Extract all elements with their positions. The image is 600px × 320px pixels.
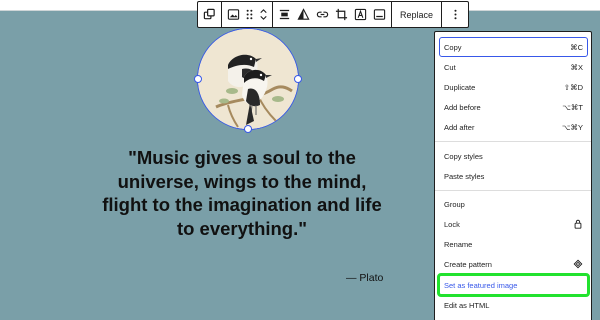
menu-item-label: Lock xyxy=(444,219,460,229)
menu-item-add-before[interactable]: Add before ⌥⌘T xyxy=(440,98,587,116)
menu-item-label: Cut xyxy=(444,62,456,72)
text-overlay-icon xyxy=(354,8,367,21)
block-type-button[interactable] xyxy=(224,2,243,27)
quote-citation[interactable]: — Plato xyxy=(346,272,383,284)
menu-item-shortcut: ⇧⌘D xyxy=(563,82,583,92)
menu-item-label: Set as featured image xyxy=(444,280,518,290)
caption-icon xyxy=(373,9,386,20)
menu-item-label: Group xyxy=(444,199,465,209)
duotone-button[interactable] xyxy=(294,2,313,27)
menu-item-add-after[interactable]: Add after ⌥⌘Y xyxy=(440,118,587,136)
link-button[interactable] xyxy=(313,2,332,27)
menu-item-lock[interactable]: Lock xyxy=(440,215,587,233)
menu-item-label: Paste styles xyxy=(444,171,485,181)
menu-item-shortcut: ⌘X xyxy=(570,62,583,72)
toolbar-group-parent xyxy=(198,2,222,27)
pattern-icon xyxy=(573,259,583,269)
add-caption-button[interactable] xyxy=(370,2,389,27)
menu-item-duplicate[interactable]: Duplicate ⇧⌘D xyxy=(440,78,587,96)
block-options-menu: Copy ⌘C Cut ⌘X Duplicate ⇧⌘D Add before … xyxy=(434,31,592,320)
menu-item-shortcut: ⌥⌘T xyxy=(562,102,583,112)
menu-item-label: Copy xyxy=(444,42,462,52)
chevron-up-down-icon xyxy=(259,9,267,20)
menu-item-shortcut: ⌥⌘Y xyxy=(561,122,583,132)
menu-item-label: Rename xyxy=(444,239,473,249)
duplicate-squares-icon xyxy=(203,8,215,20)
menu-item-shortcut: ⌘C xyxy=(570,42,583,52)
quote-line-3: flight to the imagination and life xyxy=(102,194,382,215)
toolbar-group-replace: Replace xyxy=(392,2,443,27)
menu-item-label: Duplicate xyxy=(444,82,476,92)
resize-handle-left[interactable] xyxy=(194,75,202,83)
resize-handle-right[interactable] xyxy=(294,75,302,83)
select-parent-button[interactable] xyxy=(200,2,219,27)
lock-icon xyxy=(574,219,582,229)
crop-icon xyxy=(335,8,348,21)
menu-item-create-pattern[interactable]: Create pattern xyxy=(440,255,587,273)
duotone-filter-icon xyxy=(297,8,310,20)
birds-on-branch-image xyxy=(198,29,298,129)
menu-item-group[interactable]: Group xyxy=(440,195,587,213)
menu-divider xyxy=(435,141,591,142)
more-vertical-icon xyxy=(454,9,457,20)
menu-item-label: Copy styles xyxy=(444,151,483,161)
image-block[interactable] xyxy=(194,28,302,133)
block-toolbar: Replace xyxy=(197,1,470,28)
quote-line-1: "Music gives a soul to the xyxy=(128,147,356,168)
options-button[interactable] xyxy=(444,2,466,27)
drag-handle-icon xyxy=(246,9,253,20)
quote-text[interactable]: "Music gives a soul to the universe, win… xyxy=(86,146,398,240)
toolbar-group-options xyxy=(442,2,468,27)
menu-item-rename[interactable]: Rename xyxy=(440,235,587,253)
menu-item-copy[interactable]: Copy ⌘C xyxy=(439,37,588,57)
align-center-icon xyxy=(279,9,290,20)
menu-item-set-featured-image[interactable]: Set as featured image xyxy=(437,273,590,297)
resize-handle-bottom[interactable] xyxy=(244,125,252,133)
text-over-image-button[interactable] xyxy=(351,2,370,27)
menu-item-label: Add after xyxy=(444,122,475,132)
menu-item-edit-as-html[interactable]: Edit as HTML xyxy=(440,296,587,314)
quote-line-2: universe, wings to the mind, xyxy=(117,170,367,192)
toolbar-group-tools xyxy=(273,2,392,27)
menu-item-paste-styles[interactable]: Paste styles xyxy=(440,167,587,185)
menu-item-cut[interactable]: Cut ⌘X xyxy=(440,58,587,76)
bird-illustration xyxy=(198,29,298,129)
menu-divider xyxy=(435,190,591,191)
align-button[interactable] xyxy=(275,2,294,27)
move-up-down-button[interactable] xyxy=(256,2,270,27)
toolbar-group-block xyxy=(222,2,273,27)
replace-button[interactable]: Replace xyxy=(394,2,439,27)
quote-line-4: to everything." xyxy=(176,217,308,239)
menu-item-label: Edit as HTML xyxy=(444,300,490,310)
crop-button[interactable] xyxy=(332,2,351,27)
menu-item-label: Create pattern xyxy=(444,259,492,269)
menu-item-copy-styles[interactable]: Copy styles xyxy=(440,147,587,165)
link-icon xyxy=(316,11,329,18)
image-icon xyxy=(227,9,240,20)
menu-item-label: Add before xyxy=(444,102,481,112)
drag-handle[interactable] xyxy=(243,2,256,27)
